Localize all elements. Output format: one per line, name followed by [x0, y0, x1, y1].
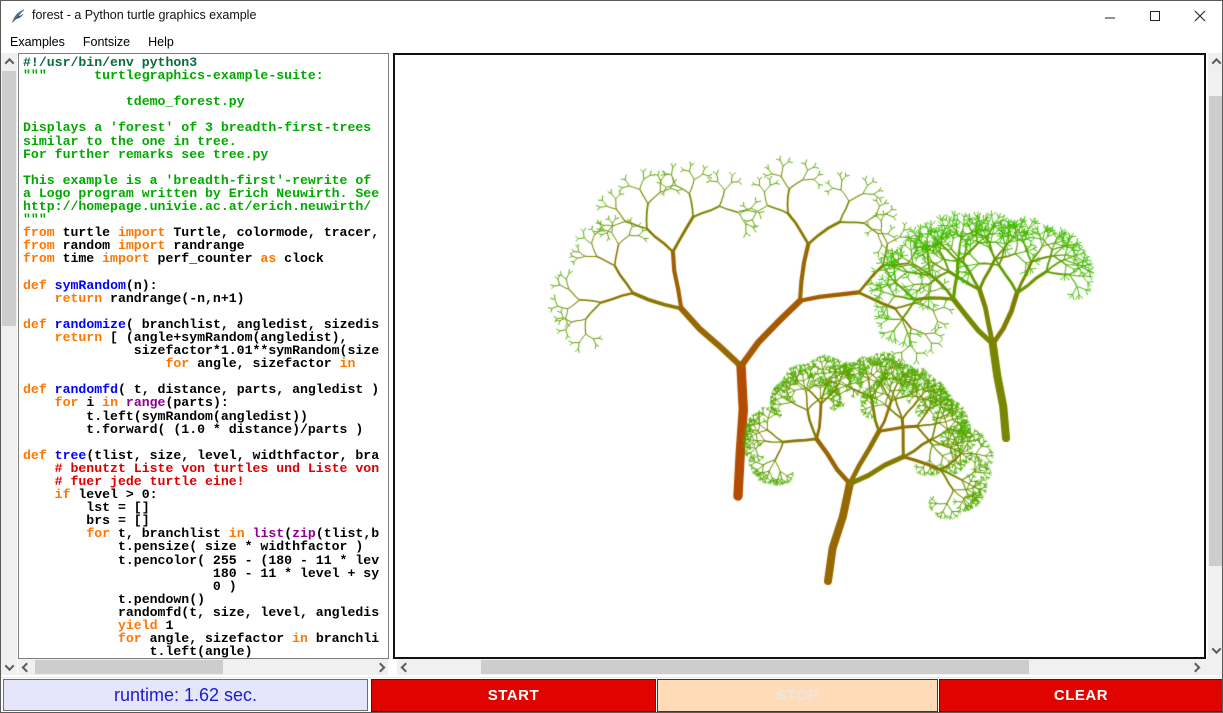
code-line: http://homepage.univie.ac.at/erich.neuwi…: [23, 200, 388, 213]
control-bar: runtime: 1.62 sec. START STOP CLEAR: [1, 677, 1222, 713]
menu-bar: Examples Fontsize Help: [1, 31, 1222, 53]
title-bar: forest - a Python turtle graphics exampl…: [1, 1, 1222, 31]
maximize-icon: [1149, 10, 1161, 22]
canvas-vscroll-down-button[interactable]: [1208, 642, 1223, 659]
code-line: For further remarks see tree.py: [23, 148, 388, 161]
clear-button[interactable]: CLEAR: [939, 679, 1223, 712]
code-line: t.forward( (1.0 * distance)/parts ): [23, 423, 388, 436]
code-line: """ turtlegraphics-example-suite:: [23, 69, 388, 82]
code-hscroll-left-button[interactable]: [18, 659, 34, 675]
window-title: forest - a Python turtle graphics exampl…: [32, 8, 256, 22]
app-window: forest - a Python turtle graphics exampl…: [0, 0, 1223, 713]
code-vscroll-down-button[interactable]: [1, 659, 17, 675]
runtime-label: runtime: 1.62 sec.: [3, 679, 368, 711]
chevron-up-icon: [4, 57, 14, 67]
chevron-right-icon: [1190, 662, 1200, 672]
code-vscroll-thumb[interactable]: [2, 71, 16, 326]
code-hscroll-thumb[interactable]: [35, 660, 223, 674]
start-button[interactable]: START: [371, 679, 656, 712]
chevron-right-icon: [375, 662, 385, 672]
code-line: from time import perf_counter as clock: [23, 252, 388, 265]
code-line: return randrange(-n,n+1): [23, 292, 388, 305]
canvas-vscroll-thumb[interactable]: [1209, 96, 1223, 566]
code-hscroll-right-button[interactable]: [372, 659, 388, 675]
maximize-button[interactable]: [1132, 1, 1177, 31]
canvas-frame: [393, 53, 1206, 659]
menu-help[interactable]: Help: [139, 33, 183, 51]
code-vscroll-up-button[interactable]: [1, 53, 17, 69]
chevron-down-icon: [4, 661, 14, 671]
code-line: tdemo_forest.py: [23, 95, 388, 108]
canvas-hscroll-thumb[interactable]: [481, 660, 1029, 674]
turtle-canvas: [395, 55, 1204, 657]
canvas-vscroll-up-button[interactable]: [1208, 53, 1223, 69]
chevron-up-icon: [1211, 57, 1221, 67]
stop-button[interactable]: STOP: [657, 679, 938, 712]
canvas-hscroll-left-button[interactable]: [397, 659, 413, 675]
menu-examples[interactable]: Examples: [1, 33, 74, 51]
chevron-left-icon: [21, 662, 31, 672]
menu-fontsize[interactable]: Fontsize: [74, 33, 139, 51]
code-line: for angle, sizefactor in: [23, 357, 388, 370]
scrollbar-corner: [1203, 659, 1223, 675]
chevron-left-icon: [400, 662, 410, 672]
close-button[interactable]: [1177, 1, 1222, 31]
minimize-icon: [1104, 10, 1116, 22]
canvas-hscroll-right-button[interactable]: [1187, 659, 1203, 675]
code-viewer[interactable]: #!/usr/bin/env python3""" turtlegraphics…: [18, 53, 389, 659]
tk-feather-icon: [10, 8, 26, 24]
minimize-button[interactable]: [1087, 1, 1132, 31]
close-icon: [1194, 10, 1206, 22]
chevron-down-icon: [1211, 644, 1221, 654]
